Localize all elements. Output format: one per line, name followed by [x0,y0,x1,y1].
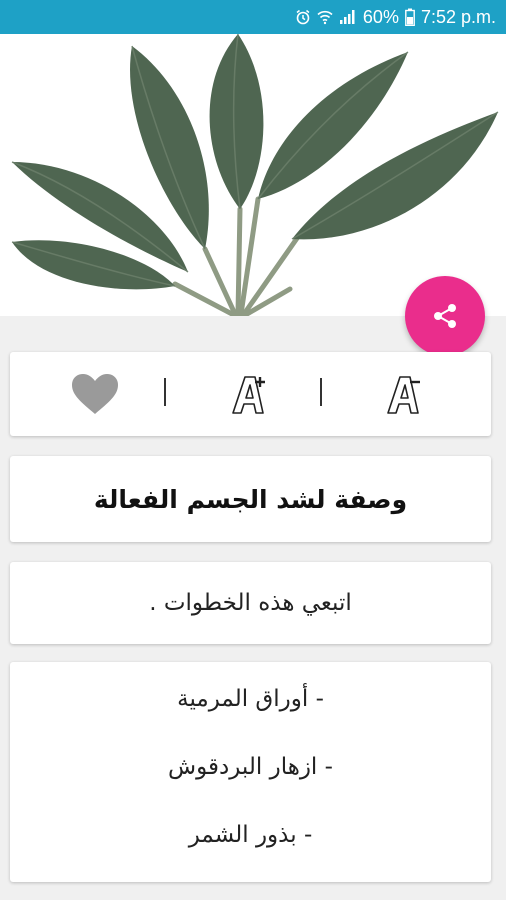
list-item: - بذور الشمر [188,822,313,848]
font-toolbar-card [10,352,491,436]
decrease-font-button[interactable] [355,352,455,436]
signal-icon [339,10,355,24]
alarm-icon [296,9,310,25]
recipe-intro: اتبعي هذه الخطوات . [149,590,352,616]
font-increase-icon [232,376,265,414]
battery-percent: 60% [362,6,399,27]
toolbar-divider [320,378,322,406]
status-bar: 60% 7:52 p.m. [0,0,506,34]
recipe-intro-card: اتبعي هذه الخطوات . [10,562,491,644]
toolbar-divider [164,378,166,406]
increase-font-button[interactable] [200,352,300,436]
recipe-title: وصفة لشد الجسم الفعالة [93,484,408,514]
battery-icon [405,8,415,26]
favorite-button[interactable] [50,352,140,436]
wifi-icon [317,10,333,25]
ingredients-card: - أوراق المرمية - ازهار البردقوش - بذور … [10,662,491,882]
hero-image [0,34,506,316]
share-button[interactable] [405,276,485,356]
sage-leaves-image [11,34,499,316]
font-decrease-icon [387,376,420,414]
list-item: - أوراق المرمية [177,686,324,712]
status-time: 7:52 p.m. [420,6,496,27]
recipe-title-card: وصفة لشد الجسم الفعالة [10,456,491,542]
heart-icon [72,374,118,414]
share-icon [434,304,456,328]
list-item: - ازهار البردقوش [168,754,333,780]
